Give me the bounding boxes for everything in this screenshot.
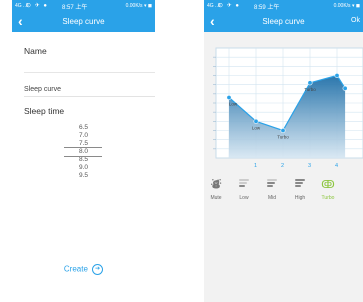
x-tick-label: 2: [281, 163, 284, 169]
picker-option[interactable]: 6.5: [12, 124, 155, 132]
status-time: 8:57 上午: [62, 5, 88, 11]
curve-point: [342, 85, 348, 91]
divider: [24, 72, 155, 73]
status-bar: 4G ..ll ⊙ ✈ ● 8:59 上午 0.00K/s ▾ ◼: [204, 0, 363, 12]
create-button[interactable]: Create ➔: [12, 264, 155, 275]
curve-point: [253, 118, 259, 124]
status-icons: ⊙ ✈ ●: [26, 3, 49, 9]
x-tick-label: 1: [254, 163, 257, 169]
fan-mode-selector: ⛇ Mute Low Mid High ↂ Turbo: [204, 178, 363, 218]
mode-mid[interactable]: Mid: [260, 178, 284, 201]
navigation-bar: ‹ Sleep curve: [12, 12, 155, 32]
point-label: Turbo: [277, 135, 289, 140]
picker-option-selected[interactable]: 8.0: [12, 148, 155, 156]
status-bar: 4G ..ll ⊙ ✈ ● 8:57 上午 0.00K/s ▾ ◼: [12, 0, 155, 12]
mode-mute[interactable]: ⛇ Mute: [204, 178, 228, 201]
picker-option[interactable]: 8.5: [12, 156, 155, 164]
mode-turbo[interactable]: ↂ Turbo: [316, 178, 340, 201]
x-tick-label: 4: [335, 163, 338, 169]
sleep-time-picker[interactable]: 6.5 7.0 7.5 8.0 8.5 9.0 9.5: [12, 124, 155, 180]
name-input[interactable]: Sleep curve: [24, 86, 155, 97]
point-label: Turbo: [304, 87, 316, 92]
mode-high[interactable]: High: [288, 178, 312, 201]
picker-selection-line: [64, 147, 102, 148]
sleep-curve-svg[interactable]: Low Low Turbo Turbo 1 2 3 4: [204, 46, 363, 171]
mode-label: Mute: [210, 195, 222, 201]
point-label: Low: [252, 125, 261, 130]
network-speed: 0.00K/s ▾ ◼: [333, 3, 360, 9]
picker-option[interactable]: 7.0: [12, 132, 155, 140]
mode-label: High: [294, 195, 306, 201]
fan-mid-icon: [260, 178, 284, 192]
sleep-curve-create-screen: 4G ..ll ⊙ ✈ ● 8:57 上午 0.00K/s ▾ ◼ ‹ Slee…: [12, 0, 155, 302]
status-time: 8:59 上午: [254, 5, 280, 11]
name-label: Name: [24, 46, 47, 56]
fan-high-icon: [288, 178, 312, 192]
curve-point: [280, 128, 286, 134]
curve-point: [307, 80, 313, 86]
turbo-icon: ↂ: [321, 179, 335, 191]
navigation-bar: ‹ Sleep curve Ok: [204, 12, 363, 32]
mute-icon: ⛇: [210, 179, 222, 191]
mode-label: Mid: [267, 195, 277, 201]
mode-label: Turbo: [321, 195, 335, 201]
sleep-time-label: Sleep time: [24, 106, 65, 116]
point-label: Low: [229, 102, 238, 107]
create-label: Create: [63, 264, 88, 274]
arrow-right-circle-icon: ➔: [92, 264, 104, 275]
sleep-curve-chart[interactable]: Low Low Turbo Turbo 1 2 3 4: [204, 46, 363, 171]
curve-point: [334, 72, 340, 78]
picker-selection-line: [64, 156, 102, 157]
sleep-curve-edit-screen: 4G ..ll ⊙ ✈ ● 8:59 上午 0.00K/s ▾ ◼ ‹ Slee…: [204, 0, 363, 302]
picker-option[interactable]: 9.0: [12, 164, 155, 172]
mode-low[interactable]: Low: [232, 178, 256, 201]
network-speed: 0.00K/s ▾ ◼: [125, 3, 152, 9]
page-title: Sleep curve: [62, 17, 105, 26]
fan-low-icon: [232, 178, 256, 192]
ok-button[interactable]: Ok: [351, 17, 360, 24]
mode-label: Low: [239, 195, 249, 201]
curve-point: [226, 94, 232, 100]
picker-option[interactable]: 9.5: [12, 172, 155, 180]
status-icons: ⊙ ✈ ●: [218, 3, 241, 9]
x-tick-label: 3: [308, 163, 311, 169]
page-title: Sleep curve: [262, 17, 305, 26]
